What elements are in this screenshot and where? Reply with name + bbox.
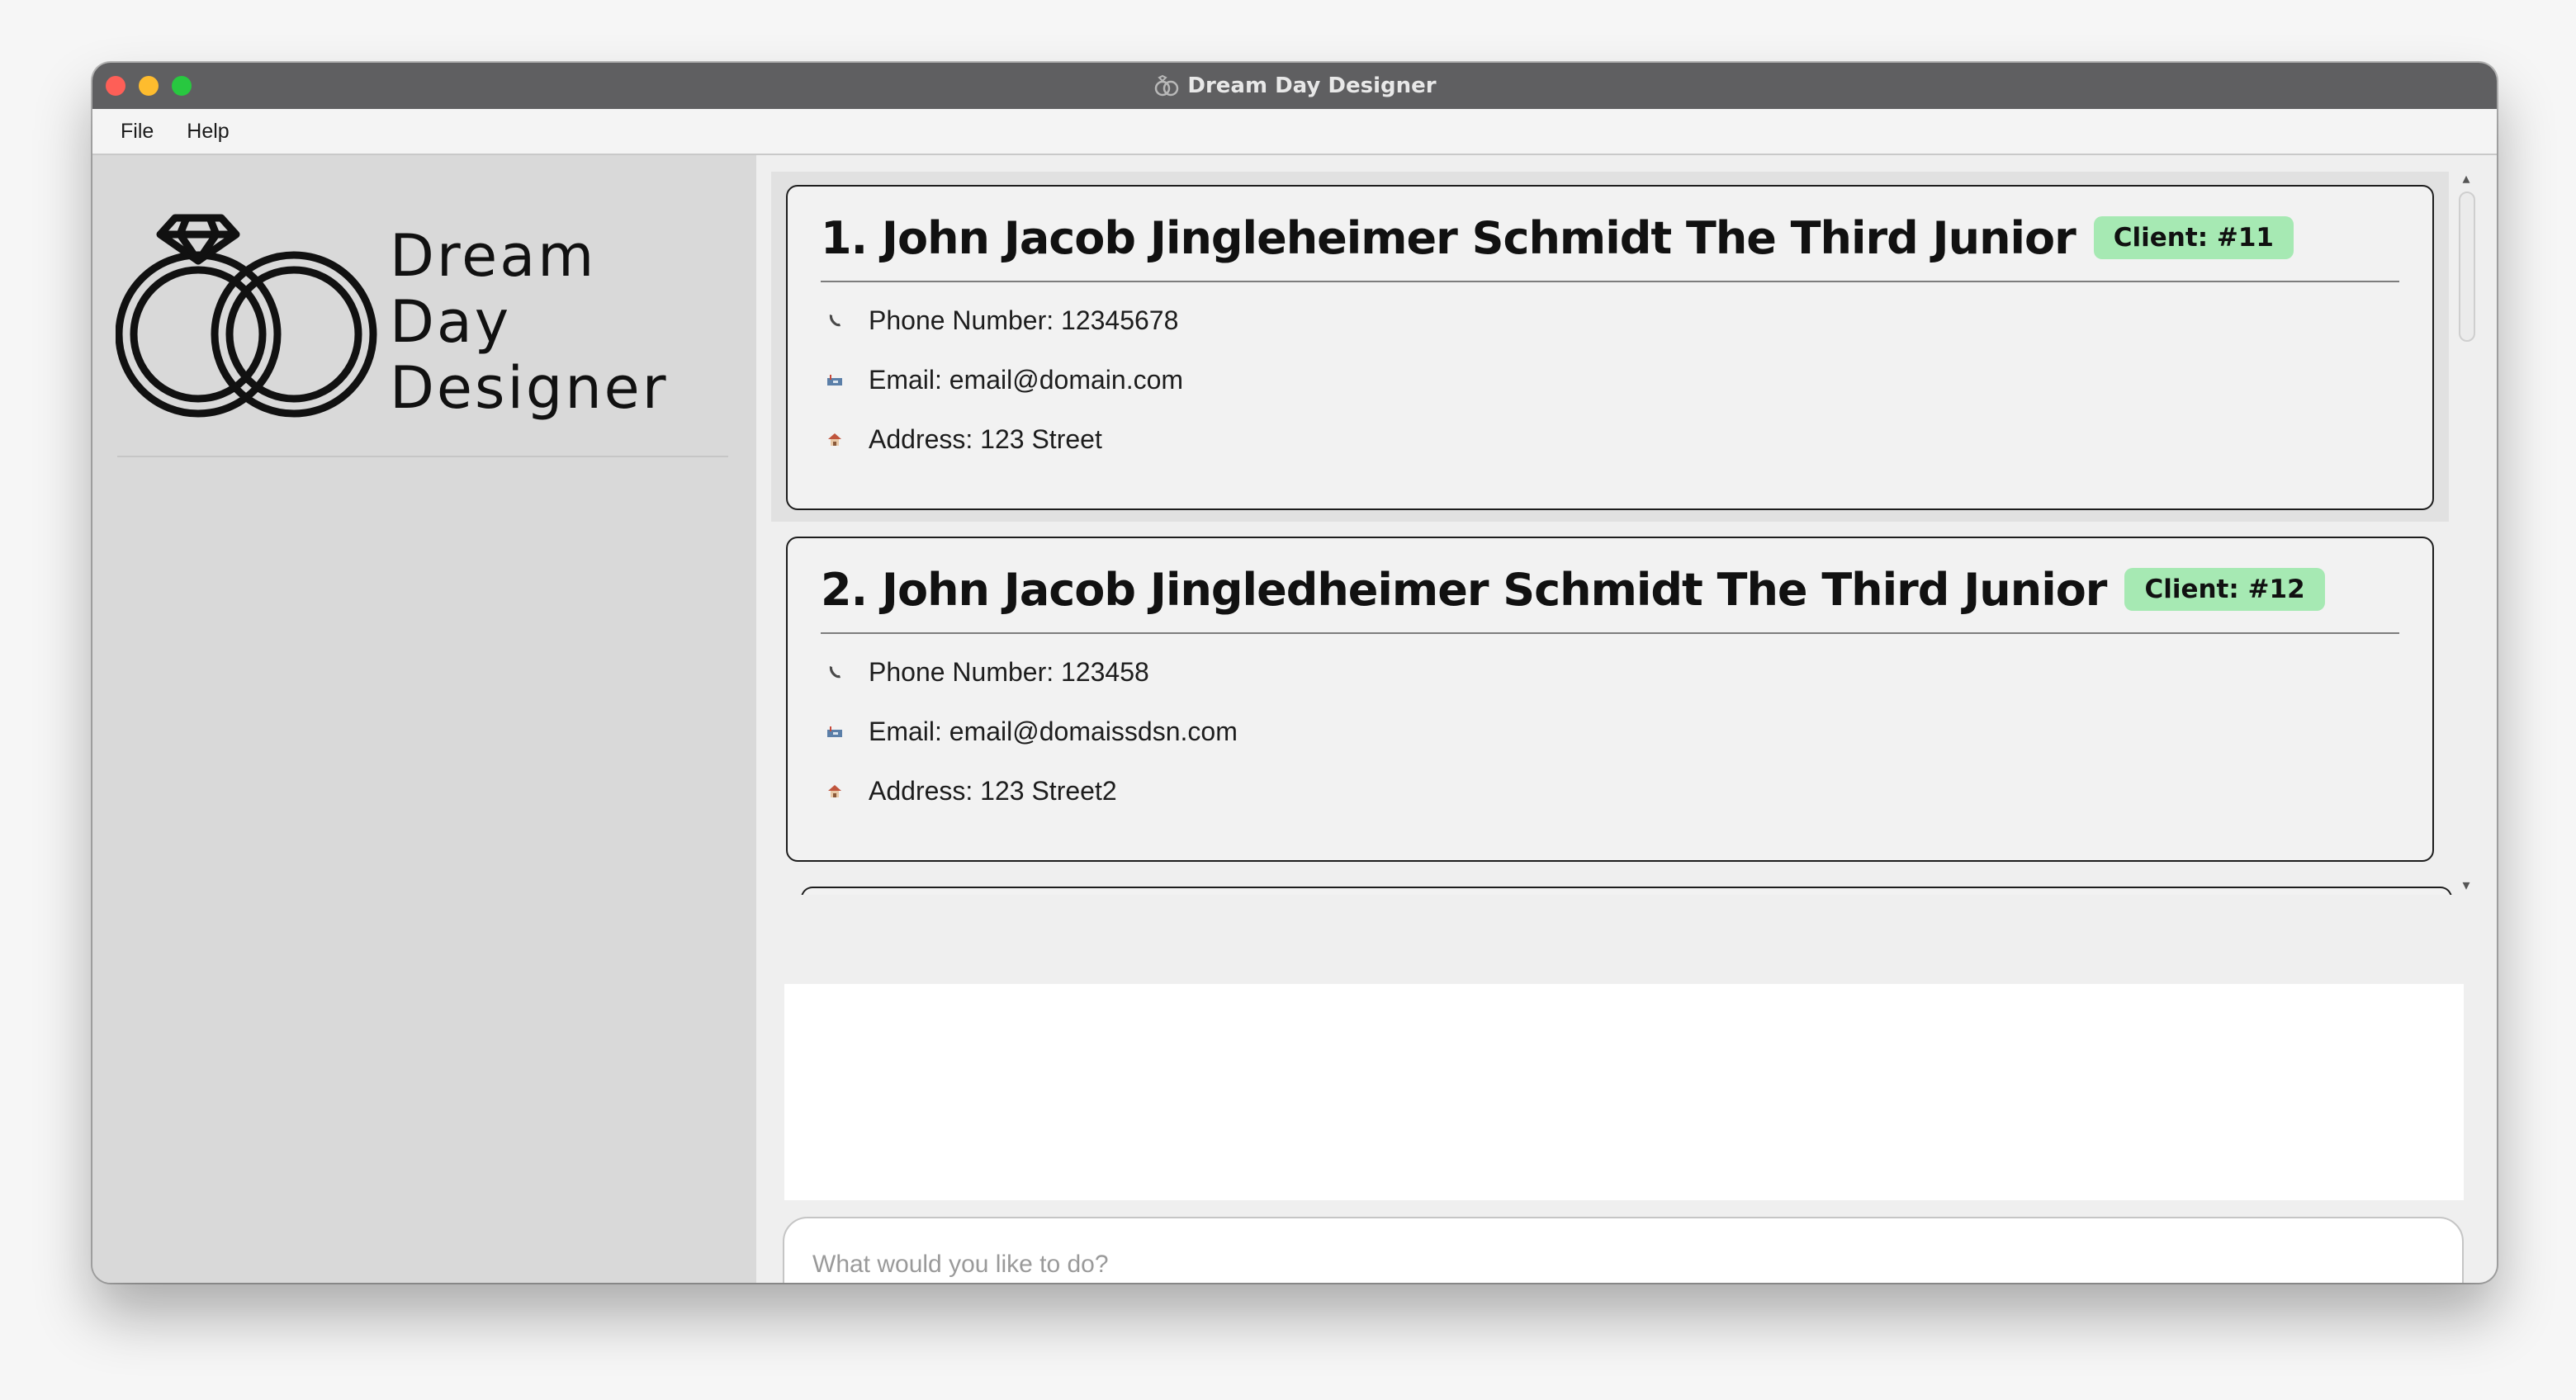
client-id-badge: Client: #11: [2093, 216, 2294, 259]
client-card[interactable]: 2. John Jacob Jingledheimer Schmidt The …: [786, 537, 2434, 862]
sidebar-divider: [117, 456, 728, 457]
title-bar: Dream Day Designer: [92, 63, 2497, 109]
scroll-down-arrow-icon[interactable]: ▾: [2455, 878, 2477, 893]
client-card[interactable]: 1. John Jacob Jingleheimer Schmidt The T…: [786, 185, 2434, 510]
rings-icon: [1155, 74, 1179, 97]
house-icon: [821, 780, 849, 802]
menu-file[interactable]: File: [121, 120, 154, 144]
phone-icon: [821, 661, 849, 683]
brand-line-3: Designer: [390, 354, 669, 422]
house-icon: [821, 428, 849, 450]
client-phone: Phone Number: 123458: [869, 656, 1149, 687]
menu-help[interactable]: Help: [187, 120, 229, 144]
email-row: Email: email@domain.com: [821, 363, 1183, 396]
command-box[interactable]: [783, 1217, 2464, 1283]
address-row: Address: 123 Street: [821, 423, 1102, 456]
scrollbar-thumb[interactable]: [2459, 192, 2475, 342]
client-id-badge: Client: #12: [2124, 568, 2325, 611]
client-name: 1. John Jacob Jingleheimer Schmidt The T…: [821, 211, 2076, 264]
card-divider: [821, 632, 2399, 634]
window-title-group: Dream Day Designer: [92, 63, 2497, 109]
client-card-partial[interactable]: [801, 887, 2452, 895]
result-display: [784, 984, 2464, 1200]
sidebar: Dream Day Designer: [92, 155, 756, 1283]
phone-row: Phone Number: 12345678: [821, 304, 1178, 337]
client-card-header: 1. John Jacob Jingleheimer Schmidt The T…: [821, 211, 2294, 264]
card-divider: [821, 281, 2399, 282]
client-phone: Phone Number: 12345678: [869, 305, 1179, 335]
app-window: Dream Day Designer File Help Dream Day D…: [92, 63, 2497, 1283]
mailbox-icon: [821, 721, 849, 742]
client-list-cell-selected[interactable]: 1. John Jacob Jingleheimer Schmidt The T…: [771, 172, 2449, 522]
client-name: 2. John Jacob Jingledheimer Schmidt The …: [821, 563, 2107, 616]
client-address: Address: 123 Street2: [869, 775, 1117, 806]
brand-line-2: Day: [390, 288, 512, 356]
phone-icon: [821, 310, 849, 331]
command-input[interactable]: [811, 1250, 2436, 1279]
client-list-scrollbar[interactable]: ▴ ▾: [2452, 172, 2480, 895]
scroll-up-arrow-icon[interactable]: ▴: [2455, 172, 2477, 187]
mailbox-icon: [821, 369, 849, 390]
window-title: Dream Day Designer: [1187, 73, 1437, 98]
wedding-rings-logo: [116, 214, 377, 418]
client-list-cell[interactable]: 2. John Jacob Jingledheimer Schmidt The …: [771, 522, 2449, 872]
client-email: Email: email@domain.com: [869, 364, 1184, 395]
phone-row: Phone Number: 123458: [821, 655, 1149, 688]
client-list[interactable]: 1. John Jacob Jingleheimer Schmidt The T…: [771, 172, 2452, 895]
client-card-header: 2. John Jacob Jingledheimer Schmidt The …: [821, 563, 2325, 616]
client-email: Email: email@domaissdsn.com: [869, 716, 1238, 746]
menu-bar: File Help: [92, 109, 2497, 155]
brand-line-1: Dream: [390, 222, 597, 290]
email-row: Email: email@domaissdsn.com: [821, 715, 1238, 748]
address-row: Address: 123 Street2: [821, 774, 1117, 807]
client-address: Address: 123 Street: [869, 423, 1102, 454]
main-panel: 1. John Jacob Jingleheimer Schmidt The T…: [756, 155, 2497, 1283]
brand-name: Dream Day Designer: [390, 223, 669, 421]
